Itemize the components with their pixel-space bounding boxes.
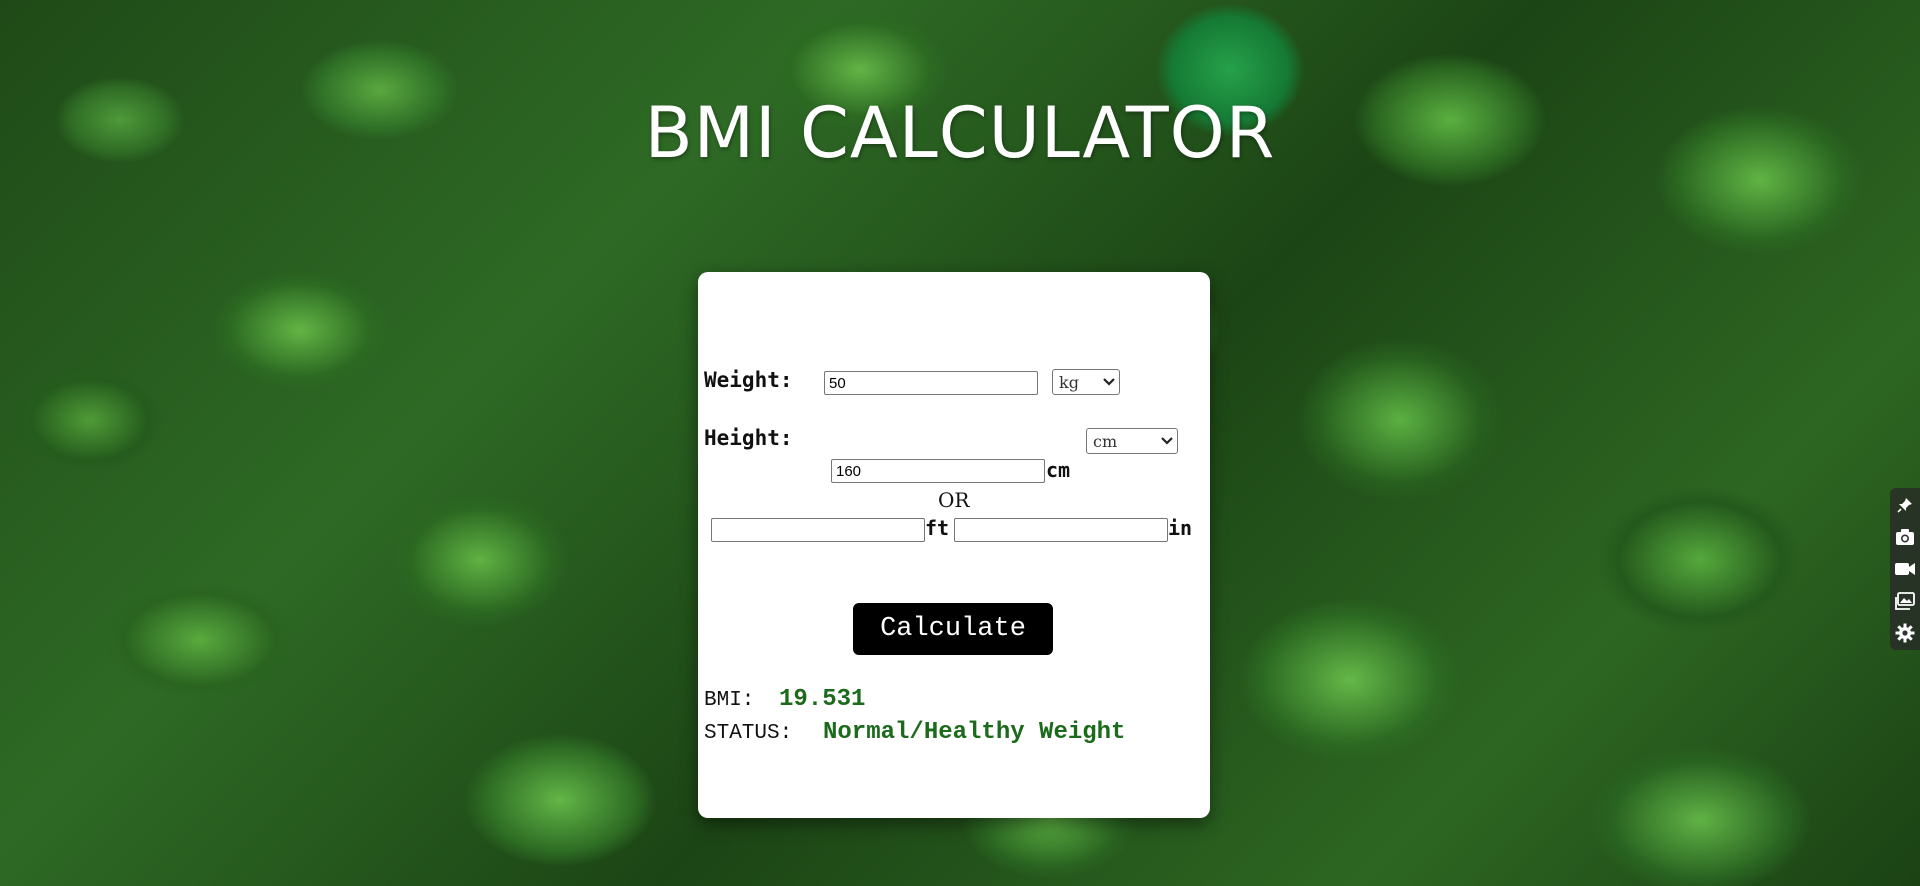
height-unit-select[interactable]: cm [1086,428,1178,454]
weight-unit-select[interactable]: kg [1052,369,1120,395]
weight-unit-value: kg [1059,372,1079,392]
height-cm-unit-label: cm [1046,458,1071,482]
height-ft-unit-label: ft [925,516,950,540]
camera-icon[interactable] [1892,524,1918,550]
page-title: BMI CALCULATOR [0,92,1920,174]
gear-icon[interactable] [1892,620,1918,646]
calculate-button[interactable]: Calculate [853,603,1053,655]
height-label: Height: [704,426,793,450]
status-label: STATUS: [704,722,793,745]
height-unit-value: cm [1093,431,1118,451]
bmi-card: Weight: kg Height: cm cm OR ft in Calcul… [698,272,1210,818]
page-title-text: BMI CALCULATOR [644,92,1276,174]
or-label: OR [938,488,970,512]
height-in-unit-label: in [1168,516,1193,540]
height-in-input[interactable] [954,518,1168,542]
status-value: Normal/Healthy Weight [823,719,1126,746]
chevron-down-icon [1157,429,1177,453]
bmi-value: 19.531 [779,686,866,713]
gallery-icon[interactable] [1892,588,1918,614]
weight-label: Weight: [704,368,793,392]
weight-input[interactable] [824,371,1038,395]
chevron-down-icon [1099,370,1119,394]
height-ft-input[interactable] [711,518,925,542]
bmi-label: BMI: [704,689,755,712]
height-cm-input[interactable] [831,459,1045,483]
video-icon[interactable] [1892,556,1918,582]
pin-icon[interactable] [1892,492,1918,518]
side-toolbar [1890,488,1920,650]
